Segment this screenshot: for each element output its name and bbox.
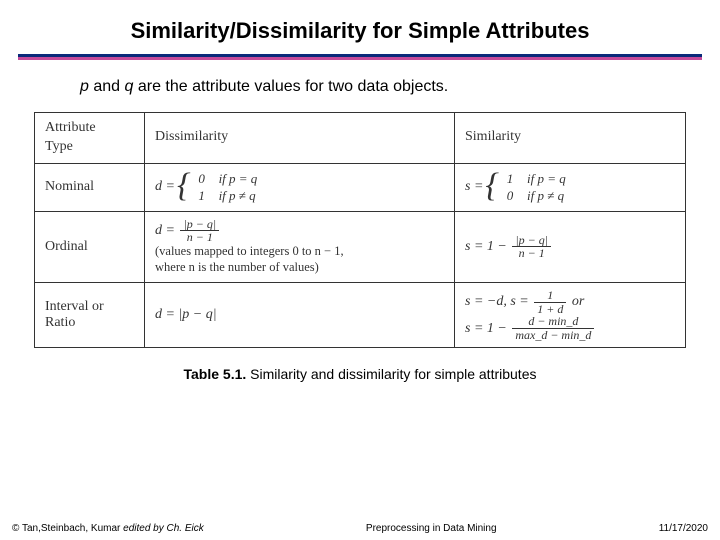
frac-den: n − 1	[180, 231, 219, 244]
cell-sim-ordinal: s = 1 − |p − q| n − 1	[455, 211, 686, 282]
footer-edited: edited by Ch. Eick	[123, 523, 204, 534]
header-similarity: Similarity	[455, 113, 686, 164]
fraction: d − min_d max_d − min_d	[512, 315, 594, 341]
case-cond: if p = q	[517, 171, 566, 186]
similarity-table: Attribute Type Dissimilarity Similarity …	[34, 112, 686, 348]
table-caption: Table 5.1. Similarity and dissimilarity …	[34, 366, 686, 382]
frac-num: |p − q|	[512, 234, 551, 248]
cell-type-nominal: Nominal	[35, 163, 145, 211]
sim-part2-lhs: s = 1 −	[465, 321, 510, 336]
fraction: |p − q| n − 1	[512, 234, 551, 260]
sim-lhs: s =	[465, 179, 483, 195]
caption-lead: Table 5.1.	[184, 366, 247, 382]
cell-sim-nominal: s = { 1if p = q 0if p ≠ q	[455, 163, 686, 211]
footer-date: 11/17/2020	[659, 523, 708, 534]
frac-num: 1	[534, 289, 566, 303]
table-header-row: Attribute Type Dissimilarity Similarity	[35, 113, 686, 164]
cell-dissim-nominal: d = { 0if p = q 1if p ≠ q	[145, 163, 455, 211]
case-cond: if p = q	[209, 171, 258, 186]
dissim-formula: d = |p − q|	[155, 307, 217, 322]
frac-den: n − 1	[512, 247, 551, 260]
dissim-lhs: d =	[155, 179, 175, 195]
slide-footer: © Tan,Steinbach, Kumar edited by Ch. Eic…	[0, 523, 720, 534]
brace-icon: {	[485, 169, 499, 203]
sim-part1-tail: or	[572, 294, 584, 309]
case-val: 1	[503, 170, 517, 188]
var-p: p	[80, 78, 89, 95]
caption-text: Similarity and dissimilarity for simple …	[246, 366, 536, 382]
cell-type-interval: Interval or Ratio	[35, 283, 145, 348]
cell-dissim-ordinal: d = |p − q| n − 1 (values mapped to inte…	[145, 211, 455, 282]
dissim-lhs: d =	[155, 223, 178, 238]
frac-num: d − min_d	[512, 315, 594, 329]
sim-lhs: s = 1 −	[465, 239, 510, 254]
cell-dissim-interval: d = |p − q|	[145, 283, 455, 348]
frac-num: |p − q|	[180, 218, 219, 232]
table-row: Ordinal d = |p − q| n − 1 (values mapped…	[35, 211, 686, 282]
case-cond: if p ≠ q	[209, 188, 256, 203]
table-row: Nominal d = { 0if p = q 1if p ≠ q s = { …	[35, 163, 686, 211]
table-row: Interval or Ratio d = |p − q| s = −d, s …	[35, 283, 686, 348]
intro-and: and	[89, 78, 125, 95]
case-val: 0	[503, 187, 517, 205]
table-container: Attribute Type Dissimilarity Similarity …	[34, 112, 686, 382]
intro-rest: are the attribute values for two data ob…	[133, 78, 448, 95]
fraction: 1 1 + d	[534, 289, 566, 315]
title-divider	[18, 54, 702, 60]
case-val: 0	[195, 170, 209, 188]
fraction: |p − q| n − 1	[180, 218, 219, 244]
footer-left: © Tan,Steinbach, Kumar edited by Ch. Eic…	[12, 523, 204, 534]
header-type: Attribute Type	[35, 113, 145, 164]
brace-icon: {	[177, 169, 191, 203]
case-val: 1	[195, 187, 209, 205]
ordinal-note1: (values mapped to integers 0 to n − 1,	[155, 244, 344, 258]
intro-text: p and q are the attribute values for two…	[0, 78, 720, 112]
case-cond: if p ≠ q	[517, 188, 564, 203]
ordinal-note2: where n is the number of values)	[155, 260, 319, 274]
cell-sim-interval: s = −d, s = 1 1 + d or s = 1 − d − min_d…	[455, 283, 686, 348]
footer-copyright: © Tan,Steinbach, Kumar	[12, 523, 123, 534]
cell-type-ordinal: Ordinal	[35, 211, 145, 282]
footer-center: Preprocessing in Data Mining	[366, 523, 497, 534]
header-dissimilarity: Dissimilarity	[145, 113, 455, 164]
frac-den: max_d − min_d	[512, 329, 594, 342]
sim-part1-lhs: s = −d, s =	[465, 294, 532, 309]
slide-title: Similarity/Dissimilarity for Simple Attr…	[0, 0, 720, 54]
